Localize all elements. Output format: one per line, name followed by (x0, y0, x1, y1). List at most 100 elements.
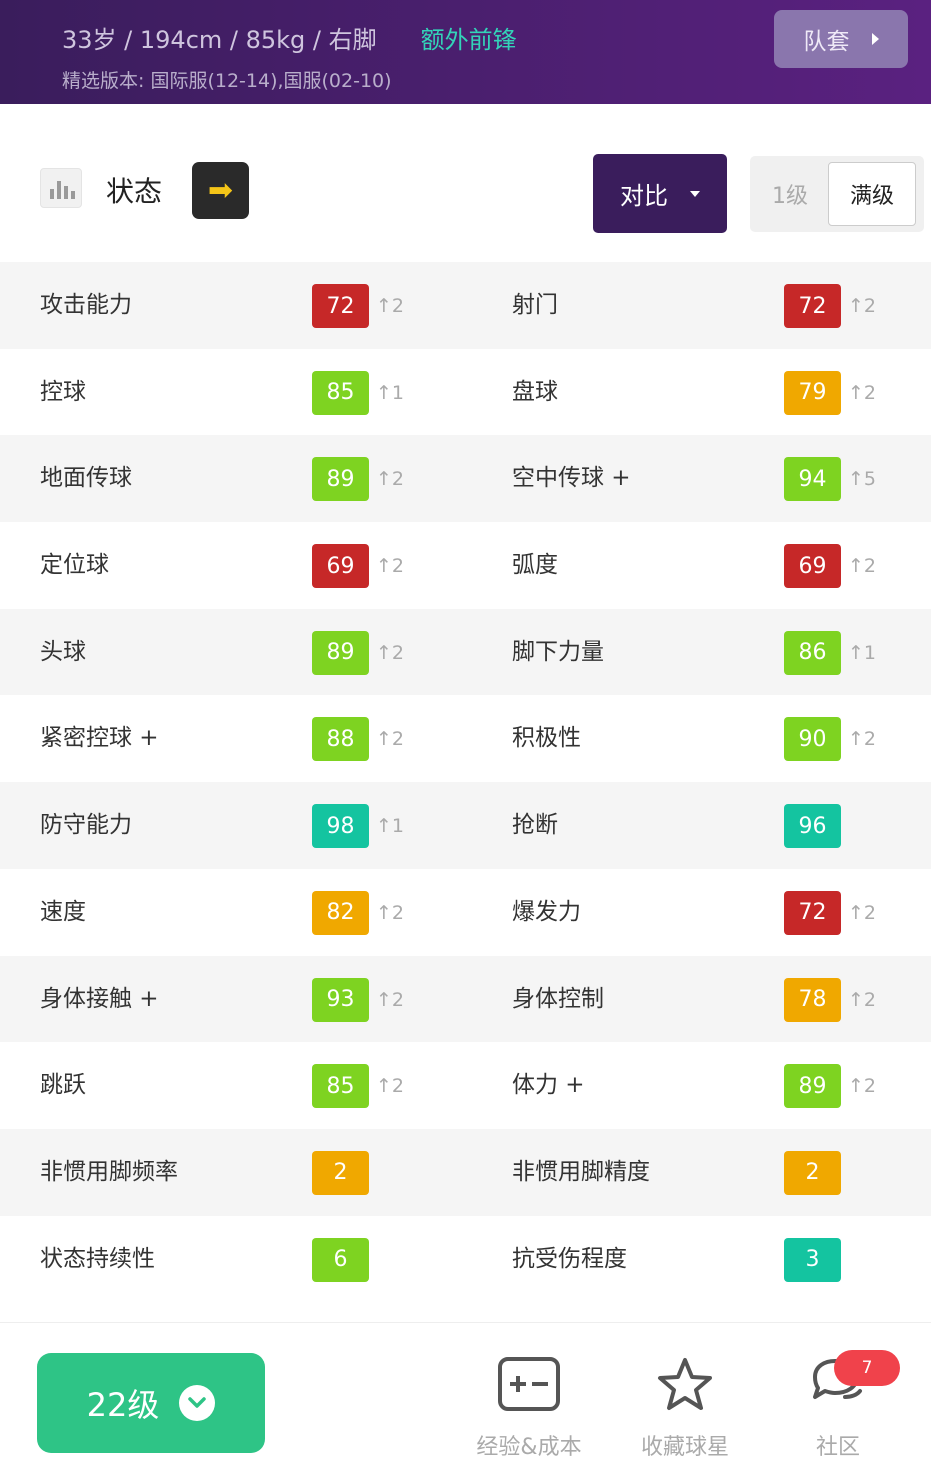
stat-name: 脚下力量 (512, 638, 604, 665)
stat-name: 空中传球 + (512, 465, 631, 492)
stat-name: 射门 (512, 292, 558, 318)
stat-name: 非惯用脚频率 (40, 1158, 178, 1185)
level-option-1[interactable]: 1级 (750, 156, 830, 232)
stat-name: 抢断 (512, 812, 558, 839)
stat-delta: ↑2 (376, 988, 405, 1011)
stats-row: 控球 85 ↑1 盘球 79 ↑2 (0, 349, 931, 436)
stat-value-badge: 89 (312, 457, 369, 502)
stats-row: 防守能力 98 ↑1 抢断 96 (0, 782, 931, 869)
player-bio-line: 33岁 / 194cm / 85kg / 右脚 额外前锋 (62, 20, 517, 55)
stats-row: 头球 89 ↑2 脚下力量 86 ↑1 (0, 608, 931, 696)
right-arrow-icon: ➡ (207, 172, 234, 208)
stat-delta: ↑2 (848, 555, 877, 578)
stats-row: 非惯用脚频率 2 非惯用脚精度 2 (0, 1128, 931, 1216)
version-info: 精选版本: 国际服(12-14),国服(02-10) (62, 70, 392, 92)
player-header: 33岁 / 194cm / 85kg / 右脚 额外前锋 精选版本: 国际服(12… (0, 0, 931, 104)
level-option-max[interactable]: 满级 (828, 162, 916, 226)
nav-exp-cost-label: 经验&成本 (476, 1435, 582, 1460)
nav-community-label: 社区 (815, 1435, 860, 1460)
player-bio: 33岁 / 194cm / 85kg / 右脚 (62, 26, 377, 54)
stats-toolbar: 状态 ➡ 对比 1级 满级 (0, 104, 931, 262)
stat-name: 身体控制 (512, 985, 604, 1012)
stat-value-badge: 98 (312, 804, 369, 849)
stat-value-badge: 85 (312, 1064, 369, 1109)
stat-value-badge: 96 (784, 804, 841, 849)
stats-row: 状态持续性 6 抗受伤程度 3 (0, 1216, 931, 1303)
community-badge: 7 (834, 1350, 900, 1386)
stat-value-badge: 2 (784, 1150, 841, 1195)
squad-button[interactable]: 队套 (774, 10, 908, 68)
caret-down-icon (690, 190, 700, 197)
stat-delta: ↑2 (848, 728, 877, 751)
stat-name: 速度 (40, 898, 86, 925)
stat-delta: ↑2 (376, 295, 405, 317)
stat-value-badge: 69 (312, 544, 369, 589)
stat-value-badge: 89 (312, 630, 369, 675)
stat-delta: ↑2 (376, 1075, 405, 1098)
stat-value-badge: 89 (784, 1064, 841, 1109)
stat-name: 抗受伤程度 (512, 1245, 627, 1272)
stat-delta: ↑5 (848, 468, 877, 491)
nav-favorites[interactable]: 收藏球星 (615, 1351, 755, 1471)
stat-name: 爆发力 (512, 898, 581, 925)
stat-name: 积极性 (512, 725, 581, 752)
stat-name: 头球 (40, 638, 86, 665)
stat-delta: ↑2 (848, 295, 877, 317)
stats-row: 身体接触 + 93 ↑2 身体控制 78 ↑2 (0, 955, 931, 1043)
level-select-button[interactable]: 22级 (37, 1353, 265, 1453)
stat-name: 防守能力 (40, 812, 132, 839)
stat-delta: ↑2 (376, 468, 405, 491)
stat-delta: ↑2 (848, 1075, 877, 1098)
level-button-label: 22级 (86, 1386, 160, 1424)
stat-name: 紧密控球 + (40, 725, 159, 752)
stat-name: 体力 + (512, 1072, 585, 1099)
play-arrow-icon (871, 33, 879, 45)
stat-name: 非惯用脚精度 (512, 1158, 650, 1185)
stats-row: 速度 82 ↑2 爆发力 72 ↑2 (0, 869, 931, 956)
stat-delta: ↑2 (376, 555, 405, 578)
stat-value-badge: 3 (784, 1237, 841, 1282)
star-icon (658, 1358, 712, 1410)
stat-delta: ↑2 (848, 381, 877, 404)
player-position: 额外前锋 (420, 26, 517, 54)
stat-value-badge: 94 (784, 457, 841, 502)
stat-name: 盘球 (512, 378, 558, 405)
level-toggle: 1级 满级 (750, 156, 924, 232)
stat-delta: ↑2 (848, 901, 877, 924)
plus-minus-icon (498, 1357, 560, 1411)
stat-delta: ↑2 (376, 901, 405, 924)
stat-value-badge: 79 (784, 370, 841, 415)
nav-favorites-label: 收藏球星 (640, 1435, 729, 1460)
stat-value-badge: 88 (312, 717, 369, 762)
compare-button[interactable]: 对比 (593, 154, 727, 233)
stat-delta: ↑2 (376, 728, 405, 751)
status-arrow-button[interactable]: ➡ (192, 162, 249, 219)
stat-value-badge: 72 (312, 284, 369, 328)
stat-value-badge: 93 (312, 977, 369, 1022)
stat-value-badge: 90 (784, 717, 841, 762)
stat-value-badge: 72 (784, 284, 841, 328)
stats-table: 攻击能力 72 ↑2 射门 72 ↑2 控球 85 ↑1 盘球 79 ↑2 地面传球 89 ↑2 空中传球 +… (0, 262, 931, 1302)
nav-exp-cost[interactable]: 经验&成本 (459, 1351, 599, 1471)
stat-delta: ↑1 (376, 815, 405, 838)
stat-value-badge: 85 (312, 370, 369, 415)
stat-delta: ↑1 (848, 641, 877, 664)
bar-chart-icon (40, 168, 82, 208)
stats-row: 紧密控球 + 88 ↑2 积极性 90 ↑2 (0, 695, 931, 782)
squad-button-label: 队套 (803, 29, 850, 55)
stat-value-badge: 72 (784, 890, 841, 935)
compare-button-label: 对比 (620, 182, 668, 210)
stat-name: 身体接触 + (40, 985, 159, 1012)
stat-name: 跳跃 (40, 1072, 86, 1099)
stat-name: 弧度 (512, 552, 558, 579)
stat-name: 地面传球 (40, 465, 132, 492)
stat-value-badge: 69 (784, 544, 841, 589)
stats-row: 定位球 69 ↑2 弧度 69 ↑2 (0, 522, 931, 609)
bottom-bar: 22级 经验&成本 收藏球星 社区 (0, 1322, 931, 1484)
stat-name: 控球 (40, 378, 86, 405)
stat-delta: ↑1 (376, 381, 405, 404)
stat-value-badge: 6 (312, 1237, 369, 1282)
stat-delta: ↑2 (848, 988, 877, 1011)
stat-name: 定位球 (40, 552, 109, 579)
stat-delta: ↑2 (376, 641, 405, 664)
